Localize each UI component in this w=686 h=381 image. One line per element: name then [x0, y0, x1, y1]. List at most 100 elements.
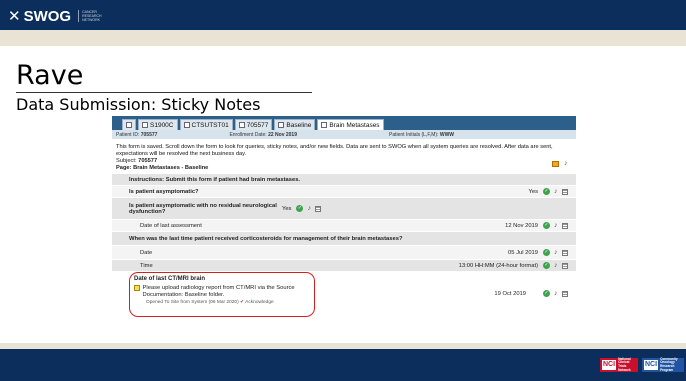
logo-subtext: CANCER RESEARCH NETWORK: [78, 10, 104, 22]
tab-label: 705577: [246, 121, 269, 129]
slide-title: Rave: [16, 60, 84, 91]
nci-ncorp-text: Community Oncology Research Program: [660, 356, 678, 372]
row-actions: ✓ ♪: [542, 188, 576, 195]
header-band: [0, 30, 686, 46]
rave-screenshot: S1900C CTSUTST01 705577 Baseline Brain Metas…: [112, 116, 576, 345]
top-banner: ✕ SWOG CANCER RESEARCH NETWORK: [0, 0, 686, 30]
bottom-banner: [0, 349, 686, 381]
sticky-note-highlight: Date of last CT/MRI brain Please upload …: [129, 272, 315, 317]
form-row: Date 05 Jul 2019 ✓ ♪: [112, 246, 576, 260]
patient-id: 705577: [140, 131, 158, 138]
tab-brain-metastases[interactable]: Brain Metastases: [317, 119, 384, 130]
home-icon: [126, 122, 132, 128]
tab-705577[interactable]: 705577: [234, 119, 273, 130]
enrollment-date: 22 Nov 2019: [268, 131, 297, 138]
sticky-note-meta: Opened To Site from System (06 Mar 2020)…: [134, 300, 310, 305]
tab-baseline[interactable]: Baseline: [274, 119, 316, 130]
row-value: 13:00 HH:MM (24-hour format): [458, 262, 538, 269]
audit-icon[interactable]: [562, 249, 568, 256]
row-label: Date of last assessment: [140, 222, 202, 229]
note-icon[interactable]: ♪: [554, 222, 558, 229]
form-row: Time 13:00 HH:MM (24-hour format) ✓ ♪: [112, 260, 576, 272]
note-icon[interactable]: ♪: [554, 262, 558, 269]
form-row: Is patient asymptomatic with no residual…: [112, 198, 576, 220]
form-row: Instructions: Submit this form if patien…: [112, 174, 576, 186]
swog-x-icon: ✕: [8, 8, 21, 25]
audit-icon[interactable]: [562, 188, 568, 195]
acknowledge-link[interactable]: Acknowledge: [245, 300, 274, 305]
tab-s1900c[interactable]: S1900C: [138, 119, 178, 130]
note-icon[interactable]: ♪: [564, 160, 568, 167]
nci-badge: NCI: [602, 360, 617, 370]
row-actions: ✓ ♪: [542, 249, 576, 256]
note-icon[interactable]: ♪: [554, 249, 558, 256]
subject-block: Subject: 705577 Page: Brain Metastases -…: [112, 158, 576, 171]
site-icon: [183, 122, 190, 128]
page-label: Page:: [116, 164, 132, 171]
note-icon[interactable]: ♪: [554, 290, 558, 297]
field-label: Date of last CT/MRI brain: [134, 276, 206, 282]
breadcrumb-tabs: S1900C CTSUTST01 705577 Baseline Brain Metas…: [112, 116, 576, 130]
tab-label: CTSUTST01: [191, 121, 229, 129]
form-rows: Instructions: Submit this form if patien…: [112, 174, 576, 272]
field-value: 19 Oct 2019: [494, 291, 526, 297]
audit-icon[interactable]: [315, 205, 322, 212]
row-label: Time: [140, 262, 153, 269]
row-label: Date: [140, 249, 153, 256]
form-row: Is patient asymptomatic? Yes ✓ ♪: [112, 186, 576, 198]
verified-check-icon[interactable]: ✓: [543, 290, 550, 297]
nci-badge: NCI: [644, 360, 659, 370]
title-divider: [16, 92, 312, 93]
audit-icon[interactable]: [562, 222, 568, 229]
sticky-note[interactable]: Please upload radiology report from CT/M…: [134, 285, 310, 298]
logo-text: SWOG: [23, 7, 72, 25]
nci-ctn-text: National Clinical Trials Network: [618, 356, 631, 372]
note-icon[interactable]: ♪: [307, 205, 311, 212]
row-label: Is patient asymptomatic?: [129, 188, 199, 195]
verified-check-icon[interactable]: ✓: [543, 249, 550, 256]
audit-icon[interactable]: [562, 262, 568, 269]
subject-value: 705577: [138, 158, 158, 165]
audit-icon[interactable]: [562, 290, 568, 297]
nci-ctn-logo: NCI National Clinical Trials Network: [600, 356, 638, 372]
row-label: When was the last time patient received …: [129, 235, 403, 242]
tab-label: S1900C: [150, 121, 174, 129]
folder-icon: [278, 122, 285, 128]
tab-ctsutst01[interactable]: CTSUTST01: [179, 119, 233, 130]
initials-label: Patient Initials (L,F,M):: [389, 131, 439, 138]
edit-page-icon[interactable]: [552, 160, 559, 167]
row-actions: ✓ ♪: [295, 205, 329, 212]
enrollment-label: Enrollment Date:: [229, 131, 267, 138]
form-row: Date of last assessment 12 Nov 2019 ✓ ♪: [112, 220, 576, 232]
person-icon: [238, 122, 245, 128]
tab-label: Brain Metastases: [329, 121, 380, 129]
patient-initials: WWW: [439, 131, 455, 138]
sticky-note-icon: [134, 285, 140, 291]
patient-id-label: Patient ID:: [116, 131, 140, 138]
form-icon: [321, 122, 328, 128]
note-icon[interactable]: ♪: [554, 188, 558, 195]
page-icon: [142, 122, 148, 128]
tab-home[interactable]: [122, 119, 136, 130]
row-actions: ✓ ♪: [542, 222, 576, 229]
form-row: When was the last time patient received …: [112, 232, 576, 246]
verified-check-icon[interactable]: ✓: [543, 188, 550, 195]
verified-check-icon[interactable]: ✓: [543, 222, 550, 229]
row-value: Yes: [528, 188, 538, 195]
opened-text: Opened To Site from System (06 Mar 2020): [146, 300, 239, 306]
slide-subtitle: Data Submission: Sticky Notes: [16, 95, 261, 114]
form-notice: This form is saved. Scroll down the form…: [116, 144, 553, 157]
row-value: Yes: [282, 205, 292, 212]
patient-info-bar: Patient ID: 705577 Enrollment Date: 22 N…: [112, 130, 576, 139]
swog-logo: ✕ SWOG CANCER RESEARCH NETWORK: [8, 7, 104, 26]
acknowledge-check-icon[interactable]: ✔: [240, 300, 244, 305]
verified-check-icon[interactable]: ✓: [296, 205, 304, 212]
verified-check-icon[interactable]: ✓: [543, 262, 550, 269]
last-ct-mri-field: Date of last CT/MRI brain Please upload …: [112, 272, 576, 320]
nci-ncorp-logo: NCI Community Oncology Research Program: [642, 356, 684, 372]
page-value: Brain Metastases - Baseline: [133, 164, 209, 171]
subject-label: Subject:: [116, 158, 137, 165]
row-actions: ✓ ♪: [542, 262, 576, 269]
row-value: 05 Jul 2019: [508, 249, 538, 256]
sticky-note-text: Please upload radiology report from CT/M…: [142, 285, 295, 298]
